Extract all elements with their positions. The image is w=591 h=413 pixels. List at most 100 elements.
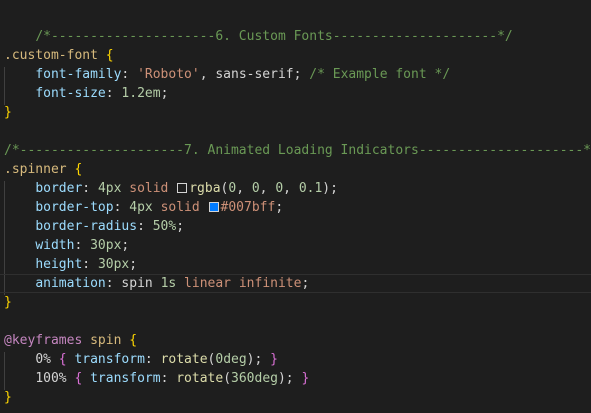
colon: :: [82, 257, 98, 272]
css-number: 30: [90, 238, 106, 253]
close-brace: }: [270, 352, 278, 367]
css-string: 'Roboto': [137, 67, 200, 82]
code-line[interactable]: font-family: 'Roboto', sans-serif; /* Ex…: [0, 65, 591, 84]
code-line[interactable]: /*---------------------6. Custom Fonts--…: [0, 8, 591, 44]
close-brace: }: [4, 105, 12, 120]
color-swatch-rgba-icon[interactable]: [177, 183, 188, 193]
css-property: font-family: [35, 67, 122, 82]
section-comment: /*---------------------7. Animated Loadi…: [4, 143, 591, 158]
css-selector: .spinner: [4, 162, 67, 177]
close-brace: }: [4, 295, 12, 310]
code-line[interactable]: .custom-font {: [0, 46, 591, 65]
animation-name: spin: [121, 276, 153, 291]
css-function: rgba: [189, 181, 221, 196]
css-unit: deg: [254, 371, 278, 386]
css-function: rotate: [160, 352, 208, 367]
colon: :: [113, 200, 130, 215]
open-brace: {: [105, 48, 114, 63]
css-unit: px: [137, 200, 153, 215]
semicolon: ;: [129, 257, 138, 272]
open-brace: {: [58, 352, 67, 367]
colon: :: [137, 219, 153, 234]
css-property: height: [35, 257, 83, 272]
code-line[interactable]: font-size: 1.2em;: [0, 84, 591, 103]
css-number: 50: [152, 219, 169, 234]
css-property: border-top: [35, 200, 114, 215]
open-brace: {: [74, 162, 83, 177]
code-line[interactable]: }: [0, 103, 591, 122]
code-line[interactable]: width: 30px;: [0, 236, 591, 255]
css-number: 30: [97, 257, 114, 272]
open-brace: {: [129, 333, 138, 348]
css-keyword: infinite: [238, 276, 302, 291]
code-line[interactable]: border-top: 4px solid #007bff;: [0, 198, 591, 217]
comma: ,: [236, 181, 252, 196]
code-line[interactable]: /*---------------------7. Animated Loadi…: [0, 141, 591, 160]
colon: :: [121, 67, 138, 82]
open-brace: {: [74, 371, 83, 386]
css-keyword: solid: [129, 181, 169, 196]
css-unit: s: [168, 276, 177, 291]
colon: :: [144, 352, 161, 367]
css-number: 0: [275, 181, 284, 196]
css-property: font-size: [35, 86, 106, 101]
at-rule-keyword: @keyframes: [4, 333, 83, 348]
css-number: 0: [228, 181, 237, 196]
code-line[interactable]: @keyframes spin {: [0, 331, 591, 350]
css-property: transform: [90, 371, 161, 386]
code-line[interactable]: }: [0, 388, 591, 407]
color-swatch-blue-icon[interactable]: [208, 202, 219, 212]
semicolon: ;: [301, 276, 310, 291]
comma: ,: [259, 181, 276, 196]
css-property: border: [35, 181, 83, 196]
css-number: 0: [215, 352, 224, 367]
code-line[interactable]: 100% { transform: rotate(360deg); }: [0, 369, 591, 388]
css-unit: em: [144, 86, 161, 101]
colon: :: [82, 181, 98, 196]
paren-semicolon: );: [277, 371, 294, 386]
code-line[interactable]: height: 30px;: [0, 255, 591, 274]
css-number: 360: [231, 371, 255, 386]
colon: :: [160, 371, 177, 386]
css-value: , sans-serif;: [199, 67, 310, 82]
code-line[interactable]: .spinner {: [0, 160, 591, 179]
css-property: border-radius: [35, 219, 138, 234]
keyframe-selector: 100%: [35, 371, 67, 386]
css-function: rotate: [176, 371, 224, 386]
colon: :: [74, 238, 91, 253]
semicolon: ;: [160, 86, 169, 101]
colon: :: [105, 276, 122, 291]
css-number: 1.2: [121, 86, 145, 101]
css-property: width: [35, 238, 75, 253]
keyframes-name: spin: [90, 333, 122, 348]
code-editor[interactable]: /*---------------------6. Custom Fonts--…: [0, 0, 591, 413]
code-line[interactable]: }: [0, 293, 591, 312]
css-unit: deg: [223, 352, 247, 367]
css-property: transform: [74, 352, 145, 367]
css-unit: px: [105, 238, 122, 253]
comma: ,: [283, 181, 299, 196]
semicolon: ;: [176, 219, 185, 234]
paren: (: [223, 371, 232, 386]
code-line[interactable]: border: 4px solid rgba(0, 0, 0, 0.1);: [0, 179, 591, 198]
inline-comment: /* Example font */: [309, 67, 451, 82]
css-unit: px: [113, 257, 130, 272]
paren-semicolon: );: [246, 352, 263, 367]
code-line[interactable]: border-radius: 50%;: [0, 217, 591, 236]
colon: :: [105, 86, 122, 101]
keyframe-selector: 0%: [35, 352, 51, 367]
css-number: 0: [251, 181, 260, 196]
code-line[interactable]: 0% { transform: rotate(0deg); }: [0, 350, 591, 369]
semicolon: ;: [275, 200, 284, 215]
current-code-line[interactable]: animation: spin 1s linear infinite;: [0, 274, 591, 293]
css-number: 4: [97, 181, 106, 196]
close-brace: }: [301, 371, 310, 386]
section-comment: /*---------------------6. Custom Fonts--…: [35, 29, 513, 44]
close-brace: }: [4, 390, 12, 405]
css-property: animation: [35, 276, 106, 291]
css-keyword: solid: [160, 200, 200, 215]
css-number: 0.1: [298, 181, 323, 196]
paren-semicolon: );: [322, 181, 338, 196]
semicolon: ;: [121, 238, 130, 253]
css-selector: .custom-font: [4, 48, 98, 63]
